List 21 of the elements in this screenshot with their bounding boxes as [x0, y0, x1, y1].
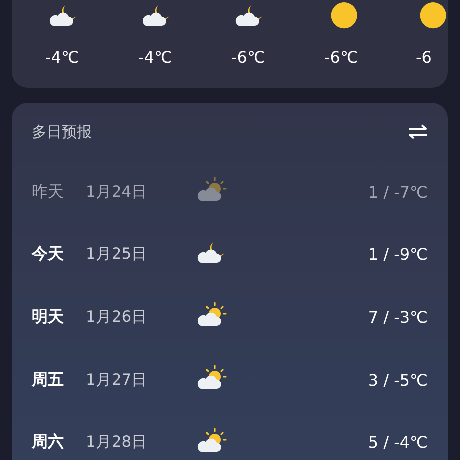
hour-temperature: -4℃ — [138, 48, 172, 67]
date-label: 1月25日 — [86, 244, 149, 266]
day-label: 明天 — [32, 306, 65, 328]
date-label: 1月24日 — [86, 182, 149, 203]
hour-temperature: -4℃ — [46, 48, 80, 67]
date-label: 1月27日 — [86, 370, 149, 391]
temperature-range: 7 / -3℃ — [368, 308, 428, 327]
date-label: 1月26日 — [86, 306, 149, 328]
temperature-range: 1 / -9℃ — [368, 245, 428, 264]
hour-temperature: -6℃ — [324, 48, 358, 67]
section-title: 多日预报 — [32, 122, 92, 142]
day-label: 昨天 — [32, 182, 65, 203]
day-label: 周六 — [32, 432, 65, 454]
temperature-range: 3 / -5℃ — [368, 370, 428, 390]
hour-temperature: -6 — [416, 48, 432, 67]
temperature-range: 5 / -4℃ — [368, 433, 428, 452]
day-label: 周五 — [32, 370, 65, 391]
day-label: 今天 — [32, 244, 65, 266]
temperature-range: 1 / -7℃ — [368, 182, 428, 202]
hour-temperature: -6℃ — [232, 48, 266, 67]
date-label: 1月28日 — [86, 432, 149, 454]
